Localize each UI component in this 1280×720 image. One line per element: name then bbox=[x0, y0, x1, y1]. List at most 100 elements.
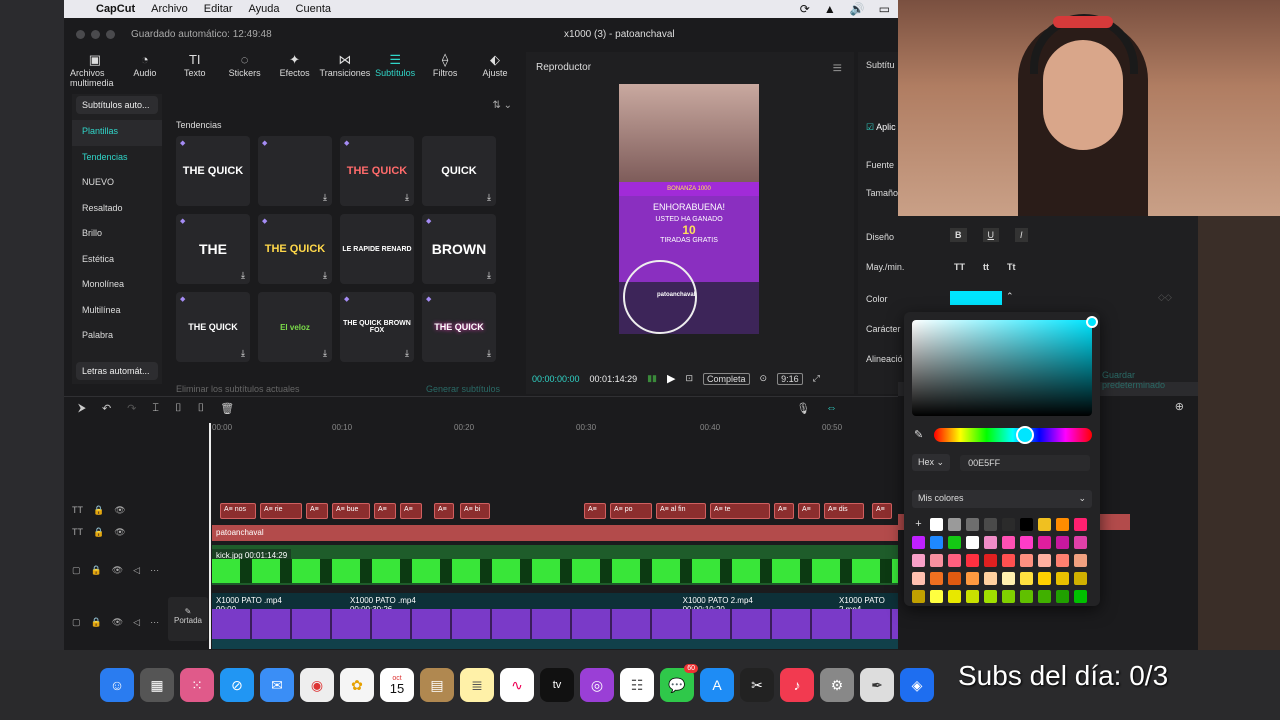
volume-icon[interactable]: 🔊 bbox=[850, 2, 865, 16]
color-swatch[interactable] bbox=[1002, 572, 1015, 585]
color-swatch[interactable] bbox=[912, 590, 925, 603]
play-icon[interactable]: ▶ bbox=[667, 372, 675, 385]
color-swatch[interactable] bbox=[1038, 536, 1051, 549]
color-swatch[interactable] bbox=[1020, 590, 1033, 603]
subtitle-clip[interactable]: A≡ bbox=[306, 503, 328, 519]
photos-icon[interactable]: ✿ bbox=[340, 668, 374, 702]
auto-lyrics-button[interactable]: Letras automát... bbox=[76, 362, 158, 380]
saturation-knob[interactable] bbox=[1086, 316, 1098, 328]
tool-transitions[interactable]: ⋈ Transiciones bbox=[320, 52, 371, 84]
subtitle-clip[interactable]: A≡ po bbox=[610, 503, 652, 519]
minimize-window-button[interactable] bbox=[91, 29, 100, 39]
template-card[interactable]: ◆ THE ⤓ bbox=[176, 214, 250, 284]
save-default-button[interactable]: Guardar predeterminado bbox=[1102, 370, 1198, 390]
generate-subtitles-button[interactable]: Generar subtítulos bbox=[426, 384, 500, 394]
color-swatch[interactable] bbox=[948, 554, 961, 567]
underline-button[interactable]: U bbox=[982, 228, 999, 242]
subtitle-clip[interactable]: A≡ bbox=[872, 503, 892, 519]
tool-stickers[interactable]: ◌ Stickers bbox=[220, 52, 270, 84]
color-swatch[interactable] bbox=[1074, 536, 1087, 549]
tool-filters[interactable]: ⟠ Filtros bbox=[420, 52, 470, 84]
waveform-icon[interactable]: ▮▮ bbox=[647, 373, 657, 384]
subtitle-clip[interactable]: A≡ rie bbox=[260, 503, 302, 519]
system-settings-icon[interactable]: ⚙ bbox=[820, 668, 854, 702]
eye-icon[interactable]: 👁 bbox=[112, 617, 123, 628]
audio-toggle-icon[interactable]: ◁ bbox=[133, 617, 140, 628]
download-icon[interactable]: ⤓ bbox=[323, 348, 327, 359]
titlecase-button[interactable]: Tt bbox=[1007, 262, 1016, 272]
subtitle-clip[interactable]: A≡ al fin bbox=[656, 503, 706, 519]
color-swatch[interactable] bbox=[1002, 518, 1015, 531]
text-clip[interactable]: patoanchaval bbox=[212, 525, 898, 541]
add-color-icon[interactable]: + bbox=[912, 518, 925, 531]
auto-subtitles-button[interactable]: Subtítulos auto... bbox=[76, 96, 158, 114]
select-pointer-icon[interactable]: ⮞ bbox=[78, 402, 86, 415]
split-icon[interactable]: ⌶ bbox=[152, 402, 159, 415]
sidebar-item-tendencias[interactable]: Tendencias bbox=[72, 146, 162, 172]
aspect-ratio-button[interactable]: 9:16 bbox=[777, 372, 803, 385]
color-swatch[interactable] bbox=[1020, 536, 1033, 549]
hue-knob[interactable] bbox=[1016, 426, 1034, 444]
podcasts-icon[interactable]: ◎ bbox=[580, 668, 614, 702]
color-swatch[interactable] bbox=[948, 590, 961, 603]
fullscreen-quality-button[interactable]: Completa bbox=[703, 372, 750, 385]
lock-icon[interactable]: 🔒 bbox=[91, 617, 102, 628]
uppercase-button[interactable]: TT bbox=[954, 262, 965, 272]
subtitle-clip[interactable]: A≡ bi bbox=[460, 503, 490, 519]
color-swatch[interactable] bbox=[1074, 554, 1087, 567]
download-icon[interactable]: ⤓ bbox=[487, 192, 491, 203]
timeline-ruler[interactable]: 00:00 00:10 00:20 00:30 00:40 00:50 bbox=[210, 423, 898, 437]
subtitle-clip[interactable]: A≡ bbox=[374, 503, 396, 519]
crop-icon[interactable]: ⊡ bbox=[685, 373, 693, 384]
menu-icon[interactable]: ≡ bbox=[833, 60, 842, 78]
download-icon[interactable]: ⤓ bbox=[487, 348, 491, 359]
color-swatch[interactable] bbox=[1020, 572, 1033, 585]
lock-icon[interactable]: 🔒 bbox=[93, 527, 104, 538]
color-swatch[interactable] bbox=[912, 536, 925, 549]
microphone-icon[interactable]: 🎙 bbox=[796, 402, 810, 415]
freeform-icon[interactable]: ∿ bbox=[500, 668, 534, 702]
display-icon[interactable]: ▲ bbox=[824, 2, 836, 16]
calculator-icon[interactable]: ▦ bbox=[140, 668, 174, 702]
color-swatch[interactable] bbox=[1020, 554, 1033, 567]
subtitle-clip[interactable]: A≡ bbox=[400, 503, 422, 519]
color-swatch[interactable] bbox=[1002, 536, 1015, 549]
color-swatch[interactable] bbox=[948, 572, 961, 585]
undo-icon[interactable]: ↶ bbox=[102, 402, 111, 415]
eyedropper-icon[interactable]: ✎ bbox=[914, 428, 923, 441]
template-card[interactable]: ◆ THE QUICK ⤓ bbox=[258, 214, 332, 284]
color-swatch[interactable] bbox=[930, 554, 943, 567]
tool-audio[interactable]: ◔ Audio bbox=[120, 52, 170, 84]
color-swatch[interactable] bbox=[1056, 518, 1069, 531]
color-swatch[interactable] bbox=[984, 572, 997, 585]
subtitle-clip[interactable]: A≡ bbox=[584, 503, 606, 519]
notes-folder-icon[interactable]: ▤ bbox=[420, 668, 454, 702]
download-icon[interactable]: ⤓ bbox=[487, 270, 491, 281]
playhead[interactable] bbox=[209, 423, 211, 649]
sidebar-item-multilinea[interactable]: Multilínea bbox=[72, 299, 162, 325]
template-card[interactable]: ◆ THE QUICK ⤓ bbox=[340, 136, 414, 206]
lock-icon[interactable]: 🔒 bbox=[91, 565, 102, 576]
more-icon[interactable]: ⋯ bbox=[150, 617, 159, 628]
menu-archivo[interactable]: Archivo bbox=[151, 3, 188, 15]
capcut-icon[interactable]: ✂ bbox=[740, 668, 774, 702]
color-swatch[interactable] bbox=[912, 572, 925, 585]
more-icon[interactable]: ⋯ bbox=[150, 565, 159, 576]
sidebar-item-palabra[interactable]: Palabra bbox=[72, 324, 162, 350]
color-swatch[interactable] bbox=[930, 590, 943, 603]
apply-checkbox[interactable]: ☑ Aplic bbox=[866, 122, 896, 133]
audio-toggle-icon[interactable]: ◁ bbox=[133, 565, 140, 576]
color-swatch[interactable] bbox=[930, 536, 943, 549]
lock-icon[interactable]: 🔒 bbox=[93, 505, 104, 516]
template-card[interactable]: ◆ BROWN ⤓ bbox=[422, 214, 496, 284]
chrome-icon[interactable]: ◉ bbox=[300, 668, 334, 702]
template-card[interactable]: ◆ THE QUICK ⤓ bbox=[176, 292, 250, 362]
download-icon[interactable]: ⤓ bbox=[323, 192, 327, 203]
sidebar-item-monolinea[interactable]: Monolínea bbox=[72, 273, 162, 299]
eye-icon[interactable]: 👁 bbox=[112, 565, 123, 576]
chevron-up-icon[interactable]: ⌃ bbox=[1006, 291, 1014, 302]
eye-icon[interactable]: 👁 bbox=[114, 527, 125, 538]
notes-icon[interactable]: ≣ bbox=[460, 668, 494, 702]
script-editor-icon[interactable]: ✒ bbox=[860, 668, 894, 702]
color-swatch[interactable] bbox=[1074, 590, 1087, 603]
